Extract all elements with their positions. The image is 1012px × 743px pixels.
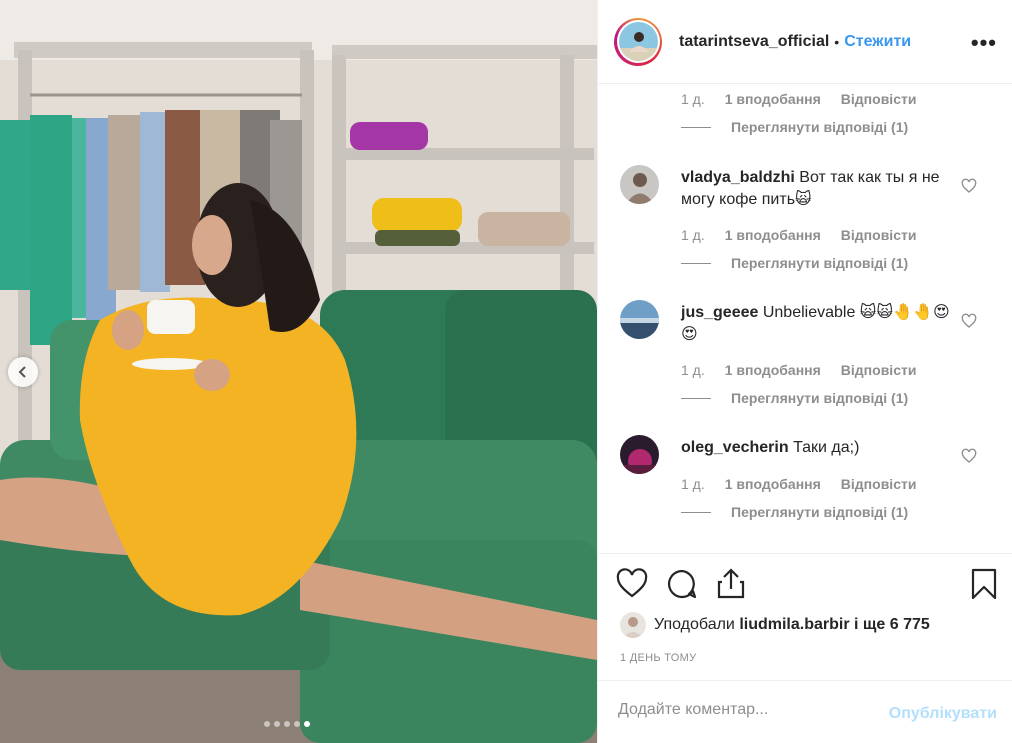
header-separator: • — [834, 33, 840, 50]
liked-by-count[interactable]: і ще 6 775 — [854, 616, 930, 634]
carousel-dot — [274, 721, 280, 727]
comment-age: 1 д. — [681, 476, 705, 492]
post-photo[interactable] — [0, 0, 597, 743]
carousel-dot-active — [304, 721, 310, 727]
post-author-username[interactable]: tatarintseva_official — [679, 33, 829, 51]
commenter-avatar[interactable] — [620, 435, 659, 474]
comment-meta: 1 д. 1 вподобання Відповісти — [681, 362, 936, 378]
view-replies-button[interactable]: Переглянути відповіді (1) — [681, 119, 908, 135]
replies-divider — [681, 511, 711, 513]
comment-likes[interactable]: 1 вподобання — [725, 227, 821, 243]
heart-icon[interactable] — [616, 568, 648, 598]
photo-illustration — [0, 0, 597, 743]
comment-body: Таки да;) — [793, 439, 860, 456]
comment-likes[interactable]: 1 вподобання — [725, 91, 821, 107]
replies-divider — [681, 397, 711, 399]
reply-button[interactable]: Відповісти — [841, 362, 917, 378]
liked-by: Уподобали liudmila.barbir і ще 6 775 — [620, 612, 930, 638]
comment-text: vladya_baldzhi Вот так как ты я не могу … — [681, 167, 951, 211]
chevron-left-icon — [18, 366, 26, 378]
commenter-avatar[interactable] — [620, 300, 659, 339]
heart-icon[interactable] — [961, 178, 977, 194]
post-timestamp[interactable]: 1 ДЕНЬ ТОМУ — [620, 652, 696, 664]
comment-input[interactable] — [618, 701, 868, 719]
commenter-username[interactable]: jus_geeee — [681, 304, 758, 321]
bookmark-icon[interactable] — [971, 568, 997, 600]
post-header: tatarintseva_official • Стежити ••• — [598, 0, 1012, 84]
instagram-post: tatarintseva_official • Стежити ••• 1 д.… — [0, 0, 1012, 743]
heart-icon[interactable] — [961, 448, 977, 464]
carousel-prev-button[interactable] — [8, 357, 38, 387]
commenter-username[interactable]: oleg_vecherin — [681, 439, 789, 456]
comment-age: 1 д. — [681, 362, 705, 378]
comment-text: oleg_vecherin Таки да;) — [681, 437, 951, 459]
comment-meta: 1 д. 1 вподобання Відповісти — [681, 476, 936, 492]
carousel-dot — [264, 721, 270, 727]
comment-likes[interactable]: 1 вподобання — [725, 362, 821, 378]
comment-age: 1 д. — [681, 91, 705, 107]
add-comment-bar: Опублікувати — [598, 680, 1012, 743]
avatar[interactable] — [618, 22, 658, 61]
comment-text: jus_geeee Unbelievable 🙀🙀🤚🤚😍😍 — [681, 302, 951, 346]
comment-meta: 1 д. 1 вподобання Відповісти — [681, 91, 936, 107]
carousel-dot — [284, 721, 290, 727]
more-icon[interactable]: ••• — [971, 30, 997, 56]
post-side-panel: tatarintseva_official • Стежити ••• 1 д.… — [597, 0, 1012, 743]
comment-icon[interactable] — [666, 568, 698, 600]
view-replies-label: Переглянути відповіді (1) — [731, 119, 909, 135]
comment-likes[interactable]: 1 вподобання — [725, 476, 821, 492]
carousel-indicator — [264, 721, 310, 727]
heart-icon[interactable] — [961, 313, 977, 329]
view-replies-label: Переглянути відповіді (1) — [731, 390, 909, 406]
view-replies-button[interactable]: Переглянути відповіді (1) — [681, 390, 908, 406]
story-ring[interactable] — [614, 17, 662, 66]
follow-button[interactable]: Стежити — [844, 33, 911, 51]
replies-divider — [681, 126, 711, 128]
liked-by-avatar[interactable] — [620, 612, 646, 638]
view-replies-label: Переглянути відповіді (1) — [731, 504, 909, 520]
view-replies-button[interactable]: Переглянути відповіді (1) — [681, 255, 908, 271]
reply-button[interactable]: Відповісти — [841, 476, 917, 492]
commenter-avatar[interactable] — [620, 165, 659, 204]
carousel-dot — [294, 721, 300, 727]
publish-button[interactable]: Опублікувати — [889, 705, 997, 723]
liked-by-prefix: Уподобали — [654, 616, 735, 633]
commenter-username[interactable]: vladya_baldzhi — [681, 169, 795, 186]
replies-divider — [681, 262, 711, 264]
reply-button[interactable]: Відповісти — [841, 91, 917, 107]
share-icon[interactable] — [716, 567, 746, 599]
view-replies-label: Переглянути відповіді (1) — [731, 255, 909, 271]
comment-meta: 1 д. 1 вподобання Відповісти — [681, 227, 936, 243]
comments-list[interactable]: 1 д. 1 вподобання Відповісти Переглянути… — [598, 85, 1012, 553]
post-actions: Уподобали liudmila.barbir і ще 6 775 1 Д… — [598, 553, 1012, 680]
reply-button[interactable]: Відповісти — [841, 227, 917, 243]
liked-by-user[interactable]: liudmila.barbir — [739, 616, 849, 634]
comment-age: 1 д. — [681, 227, 705, 243]
view-replies-button[interactable]: Переглянути відповіді (1) — [681, 504, 908, 520]
